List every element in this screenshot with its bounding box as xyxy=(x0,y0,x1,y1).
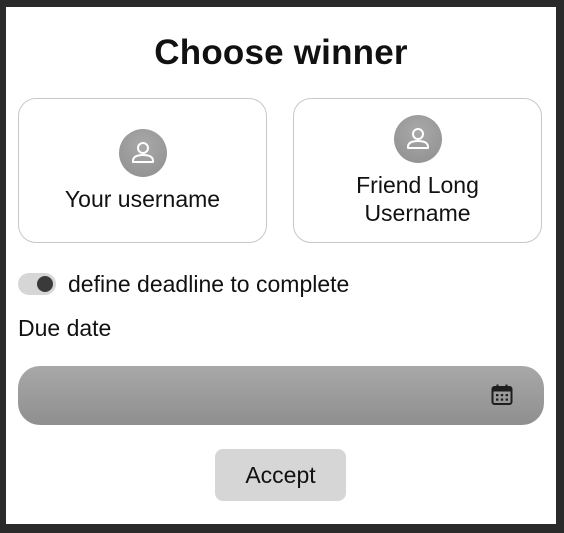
player-card-friend[interactable]: Friend Long Username xyxy=(293,98,542,243)
deadline-toggle-label: define deadline to complete xyxy=(68,271,350,297)
choose-winner-dialog: Choose winner Your username Friend Long … xyxy=(6,7,556,524)
due-date-input[interactable] xyxy=(18,366,544,425)
player-name: Your username xyxy=(64,186,221,212)
accept-button[interactable]: Accept xyxy=(215,449,346,501)
dialog-title: Choose winner xyxy=(154,33,408,72)
user-avatar-icon xyxy=(118,129,167,177)
due-date-label: Due date xyxy=(18,315,112,341)
player-name: Friend Long Username xyxy=(356,172,479,226)
player-card-you[interactable]: Your username xyxy=(18,98,267,243)
calendar-icon[interactable] xyxy=(490,383,514,407)
deadline-toggle[interactable] xyxy=(18,273,56,295)
toggle-knob xyxy=(37,276,53,292)
user-avatar-icon xyxy=(393,115,442,163)
